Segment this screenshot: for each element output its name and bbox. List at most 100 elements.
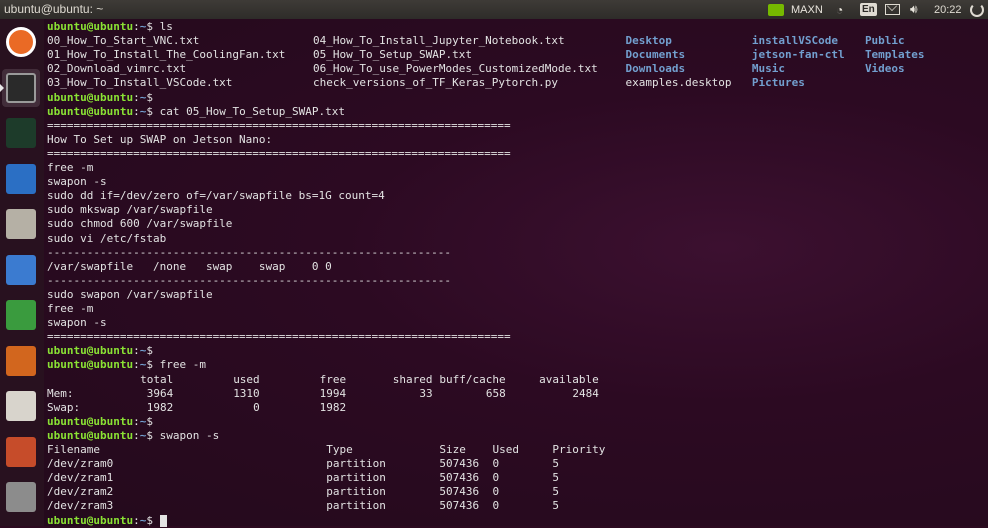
rule-line: ----------------------------------------… <box>47 274 451 288</box>
prompt-separator: : <box>133 414 140 428</box>
swap-value: 5 <box>552 499 560 513</box>
rule-line: ========================================… <box>47 147 511 161</box>
launcher-system-monitor-button[interactable] <box>2 114 40 152</box>
swap-value: 507436 <box>439 471 480 485</box>
content-line: sudo vi /etc/fstab <box>47 232 166 246</box>
column-header: free <box>319 372 347 386</box>
swap-value: 0 <box>492 485 500 499</box>
file-name: 00_How_To_Start_VNC.txt <box>47 34 200 48</box>
memory-value: 1982 <box>146 400 174 414</box>
content-line: sudo swapon /var/swapfile <box>47 288 213 302</box>
command-text: sudo dd if=/dev/zero of=/var/swapfile bs… <box>47 189 385 203</box>
dash-home-icon <box>6 27 36 57</box>
column-header: Used <box>492 443 520 456</box>
launcher-text-editor-button[interactable] <box>2 160 40 198</box>
launcher-libreoffice-impress-button[interactable] <box>2 342 40 380</box>
nvidia-icon[interactable] <box>768 2 784 17</box>
launcher-disk-button[interactable] <box>2 478 40 516</box>
launcher-libreoffice-writer-button[interactable] <box>2 251 40 289</box>
content-line: swapon -s <box>47 316 107 330</box>
command-text: sudo swapon /var/swapfile <box>47 287 213 301</box>
mail-icon[interactable] <box>885 2 900 17</box>
file-name: 01_How_To_Install_The_CoolingFan.txt <box>47 48 286 62</box>
power-mode-indicator[interactable]: MAXN <box>791 2 823 17</box>
column-header: Priority <box>552 443 606 456</box>
content-line: sudo chmod 600 /var/swapfile <box>47 217 232 231</box>
terminal-window[interactable]: ubuntu@ubuntu:~$ ls 00_How_To_Start_VNC.t… <box>44 19 988 527</box>
swap-value: partition <box>326 471 386 485</box>
prompt-separator: : <box>133 90 140 104</box>
rule-line: ----------------------------------------… <box>47 246 451 260</box>
file-name: 04_How_To_Install_Jupyter_Notebook.txt <box>313 34 565 48</box>
volume-icon[interactable]: 🔊︎ <box>910 2 918 17</box>
memory-value: 2484 <box>572 386 599 400</box>
launcher-libreoffice-calc-button[interactable] <box>2 296 40 334</box>
clock[interactable]: 20:22 <box>934 2 962 17</box>
launcher-software-center-button[interactable] <box>2 387 40 425</box>
prompt-user: ubuntu@ubuntu <box>47 414 134 428</box>
content-line: sudo mkswap /var/swapfile <box>47 203 213 217</box>
power-icon[interactable] <box>970 2 984 17</box>
file-name: 06_How_To_use_PowerModes_CustomizedMode.… <box>313 62 598 76</box>
swap-value: /dev/zram1 <box>47 471 114 485</box>
prompt-user: ubuntu@ubuntu <box>47 104 134 118</box>
window-title: ubuntu@ubuntu: ~ <box>4 2 104 16</box>
swap-value: /dev/zram3 <box>47 499 114 513</box>
launcher-dash-home-button[interactable] <box>2 23 40 61</box>
prompt-user: ubuntu@ubuntu <box>47 358 134 372</box>
libreoffice-writer-icon <box>6 254 36 285</box>
wifi-icon[interactable]: ◔ <box>836 2 843 17</box>
content-line: free -m <box>47 302 93 316</box>
terminal-icon <box>6 72 36 103</box>
launcher-terminal-button[interactable] <box>0 68 40 107</box>
rule-line: ========================================… <box>47 330 511 344</box>
prompt-separator: : <box>133 20 140 33</box>
keyboard-layout-indicator[interactable]: En <box>860 2 877 17</box>
memory-value: 0 <box>253 400 260 414</box>
swap-value: partition <box>326 499 386 513</box>
file-name: examples.desktop <box>625 76 732 90</box>
prompt-user: ubuntu@ubuntu <box>47 513 134 527</box>
memory-value: 3964 <box>146 386 174 400</box>
content-line: swapon -s <box>47 175 107 189</box>
column-header: total <box>140 372 174 386</box>
rule-text: ========================================… <box>47 146 511 160</box>
swap-value: /dev/zram0 <box>47 457 114 471</box>
libreoffice-calc-icon <box>6 300 36 330</box>
launcher <box>0 19 45 526</box>
command-text: free -m <box>47 302 94 315</box>
swap-value: 507436 <box>439 457 480 471</box>
file-name: Pictures <box>751 76 805 90</box>
memory-value: 1982 <box>319 400 347 414</box>
prompt-sigil: $ <box>146 414 160 428</box>
swap-value: 0 <box>492 457 500 471</box>
prompt-separator: : <box>133 104 140 118</box>
prompt-sigil: $ <box>146 344 160 358</box>
memory-value: 33 <box>419 386 433 400</box>
rule-line: ========================================… <box>47 119 511 133</box>
prompt-line: ubuntu@ubuntu:~$ free -m <box>47 358 206 372</box>
column-header: Type <box>326 443 353 456</box>
command-text: ls <box>159 20 173 33</box>
column-header: used <box>233 372 260 386</box>
disk-icon <box>6 482 36 512</box>
swap-value: partition <box>326 485 386 499</box>
column-header: shared <box>392 372 433 386</box>
file-name: jetson-fan-ctl <box>751 48 845 62</box>
libreoffice-impress-icon <box>6 345 36 376</box>
prompt-separator: : <box>133 358 140 372</box>
row-label: Mem: <box>47 386 74 400</box>
prompt-user: ubuntu@ubuntu <box>47 428 134 442</box>
launcher-system-settings-button[interactable] <box>2 433 40 471</box>
file-name: Videos <box>864 62 905 76</box>
command-text: swapon -s <box>47 175 107 189</box>
prompt-sigil: $ <box>146 90 160 104</box>
file-name: Templates <box>864 48 925 62</box>
memory-value: 1310 <box>233 386 260 400</box>
swap-value: 5 <box>552 457 560 471</box>
prompt-line: ubuntu@ubuntu:~$ <box>47 415 160 429</box>
rule-text: ========================================… <box>47 330 511 344</box>
prompt-separator: : <box>133 428 140 442</box>
launcher-files-button[interactable] <box>2 205 40 243</box>
swap-value: 0 <box>492 471 500 485</box>
